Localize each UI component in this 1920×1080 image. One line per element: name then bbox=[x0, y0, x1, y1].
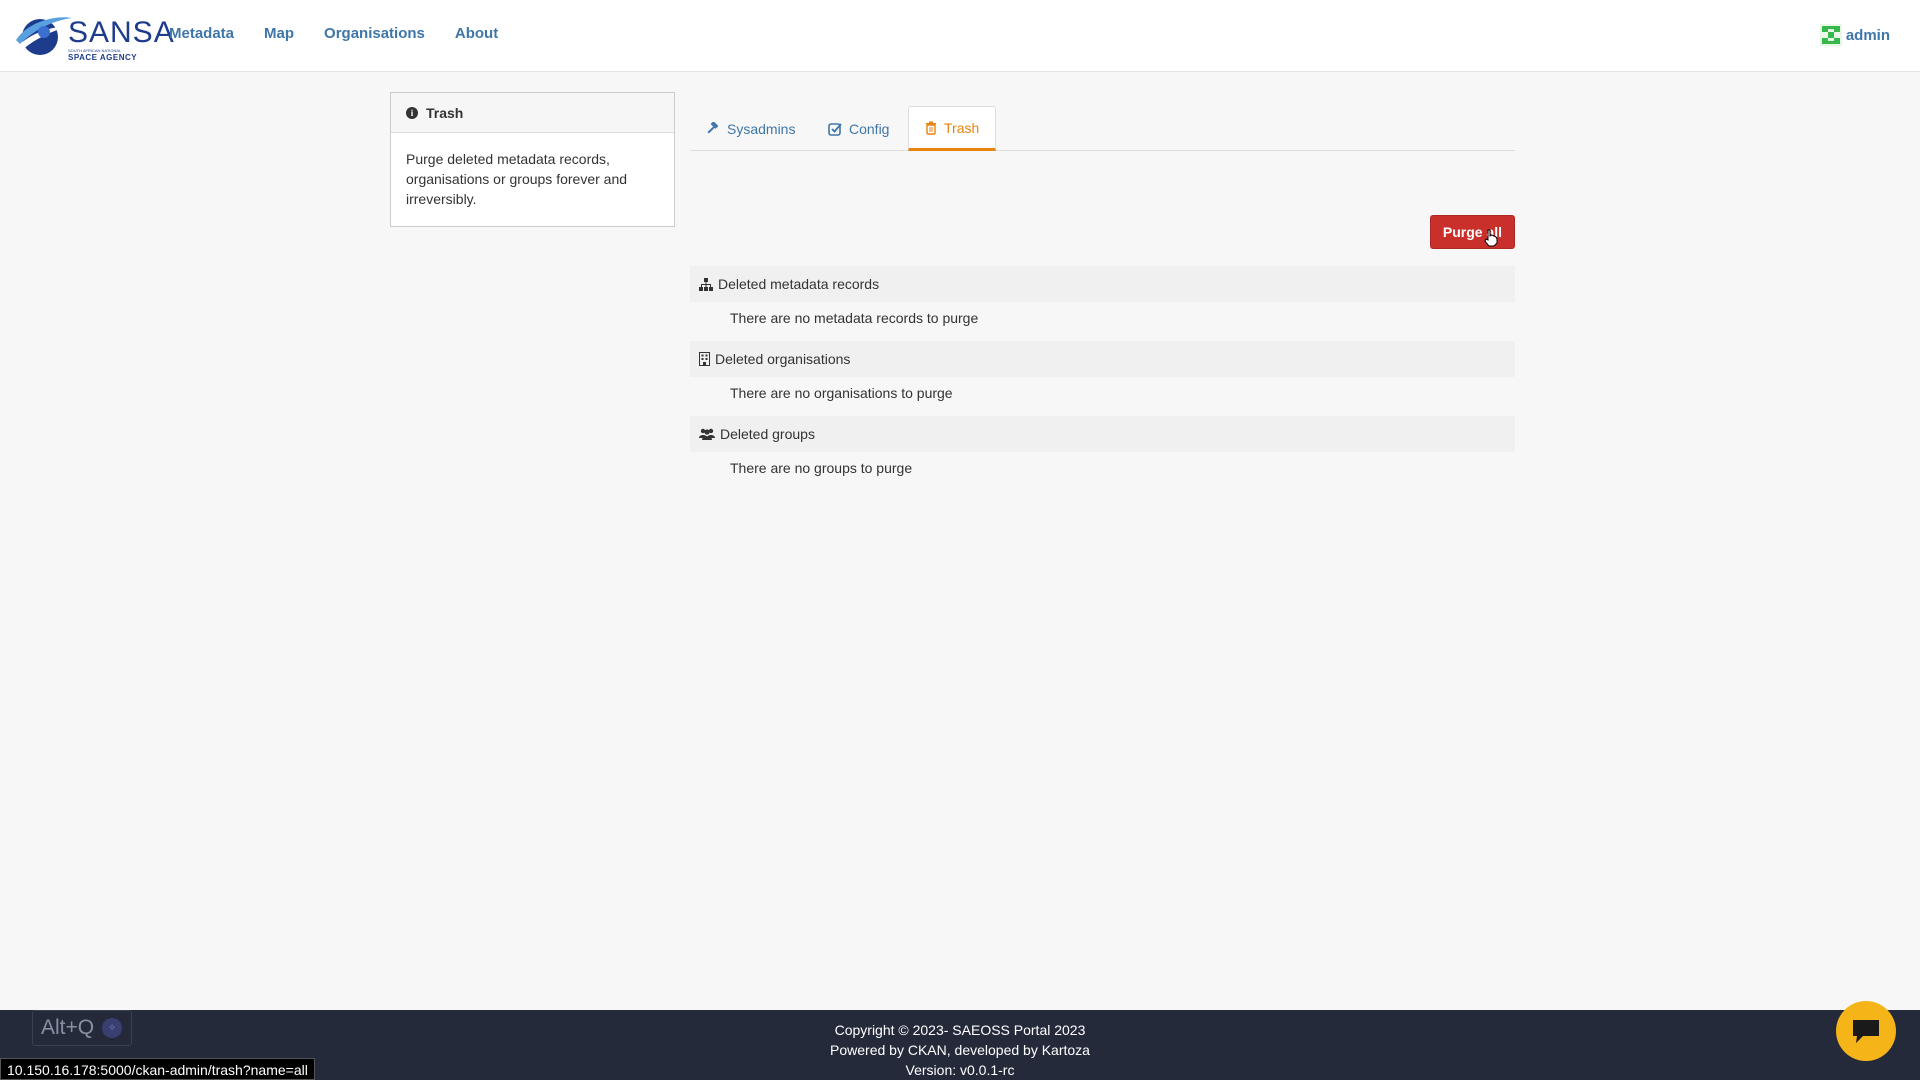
nav-metadata[interactable]: Metadata bbox=[169, 25, 234, 43]
logo-text: SANSA SOUTH AFRICAN NATIONAL SPACE AGENC… bbox=[68, 16, 175, 63]
top-header: SANSA SOUTH AFRICAN NATIONAL SPACE AGENC… bbox=[0, 0, 1920, 72]
logo-line2: SPACE AGENCY bbox=[68, 53, 138, 62]
tab-config[interactable]: Config bbox=[812, 106, 905, 151]
building-icon bbox=[699, 352, 710, 366]
trash-info-panel: i Trash Purge deleted metadata records, … bbox=[390, 92, 675, 227]
chat-button[interactable] bbox=[1836, 1001, 1896, 1061]
footer-powered: Powered by CKAN, developed by Kartoza bbox=[830, 1042, 1090, 1058]
shortcut-label: Alt+Q bbox=[41, 1016, 95, 1039]
tab-config-label: Config bbox=[849, 120, 890, 137]
section-title: Deleted groups bbox=[720, 426, 815, 442]
nav-organisations[interactable]: Organisations bbox=[324, 25, 425, 43]
user-avatar-icon bbox=[1819, 24, 1842, 46]
tab-sysadmins[interactable]: Sysadmins bbox=[690, 106, 811, 151]
empty-groups-message: There are no groups to purge bbox=[730, 460, 913, 476]
chat-bubble-icon bbox=[1853, 1020, 1879, 1043]
section-deleted-groups: Deleted groups bbox=[690, 416, 1515, 452]
tab-sysadmins-label: Sysadmins bbox=[727, 120, 796, 137]
check-square-icon bbox=[828, 122, 842, 136]
shortcut-overlay[interactable]: Alt+Q ✧ bbox=[32, 1010, 132, 1046]
user-menu[interactable]: admin bbox=[1819, 24, 1890, 46]
panel-title: Trash bbox=[426, 104, 464, 121]
user-name: admin bbox=[1845, 26, 1890, 44]
users-icon bbox=[699, 428, 715, 440]
empty-metadata-message: There are no metadata records to purge bbox=[730, 310, 979, 326]
section-deleted-metadata: Deleted metadata records bbox=[690, 266, 1515, 302]
gavel-icon bbox=[707, 121, 719, 134]
info-icon: i bbox=[406, 106, 418, 119]
main-nav: Metadata Map Organisations About bbox=[169, 25, 528, 43]
section-deleted-organisations: Deleted organisations bbox=[690, 341, 1515, 377]
nav-about[interactable]: About bbox=[455, 25, 498, 43]
footer-copyright: Copyright © 2023- SAEOSS Portal 2023 bbox=[834, 1022, 1086, 1038]
logo-swoosh-icon bbox=[16, 17, 72, 55]
hand-cursor-icon bbox=[1484, 229, 1498, 247]
logo-brand: SANSA bbox=[68, 16, 175, 49]
trash-icon bbox=[926, 121, 936, 135]
status-bar-url: 10.150.16.178:5000/ckan-admin/trash?name… bbox=[0, 1058, 315, 1080]
tab-trash-label: Trash bbox=[944, 119, 980, 136]
sansa-logo[interactable]: SANSA SOUTH AFRICAN NATIONAL SPACE AGENC… bbox=[14, 10, 174, 62]
panel-description: Purge deleted metadata records, organisa… bbox=[406, 151, 628, 207]
sitemap-icon bbox=[699, 277, 713, 291]
shortcut-dot-icon: ✧ bbox=[102, 1018, 123, 1038]
empty-organisations-message: There are no organisations to purge bbox=[730, 385, 953, 401]
purge-all-button[interactable]: Purge all bbox=[1430, 215, 1515, 249]
nav-map[interactable]: Map bbox=[264, 25, 294, 43]
panel-heading: i Trash bbox=[391, 93, 674, 133]
admin-tabs: Sysadmins Config Trash bbox=[690, 106, 1515, 151]
tab-trash[interactable]: Trash bbox=[908, 106, 997, 151]
section-title: Deleted metadata records bbox=[718, 276, 880, 292]
section-title: Deleted organisations bbox=[715, 351, 851, 367]
